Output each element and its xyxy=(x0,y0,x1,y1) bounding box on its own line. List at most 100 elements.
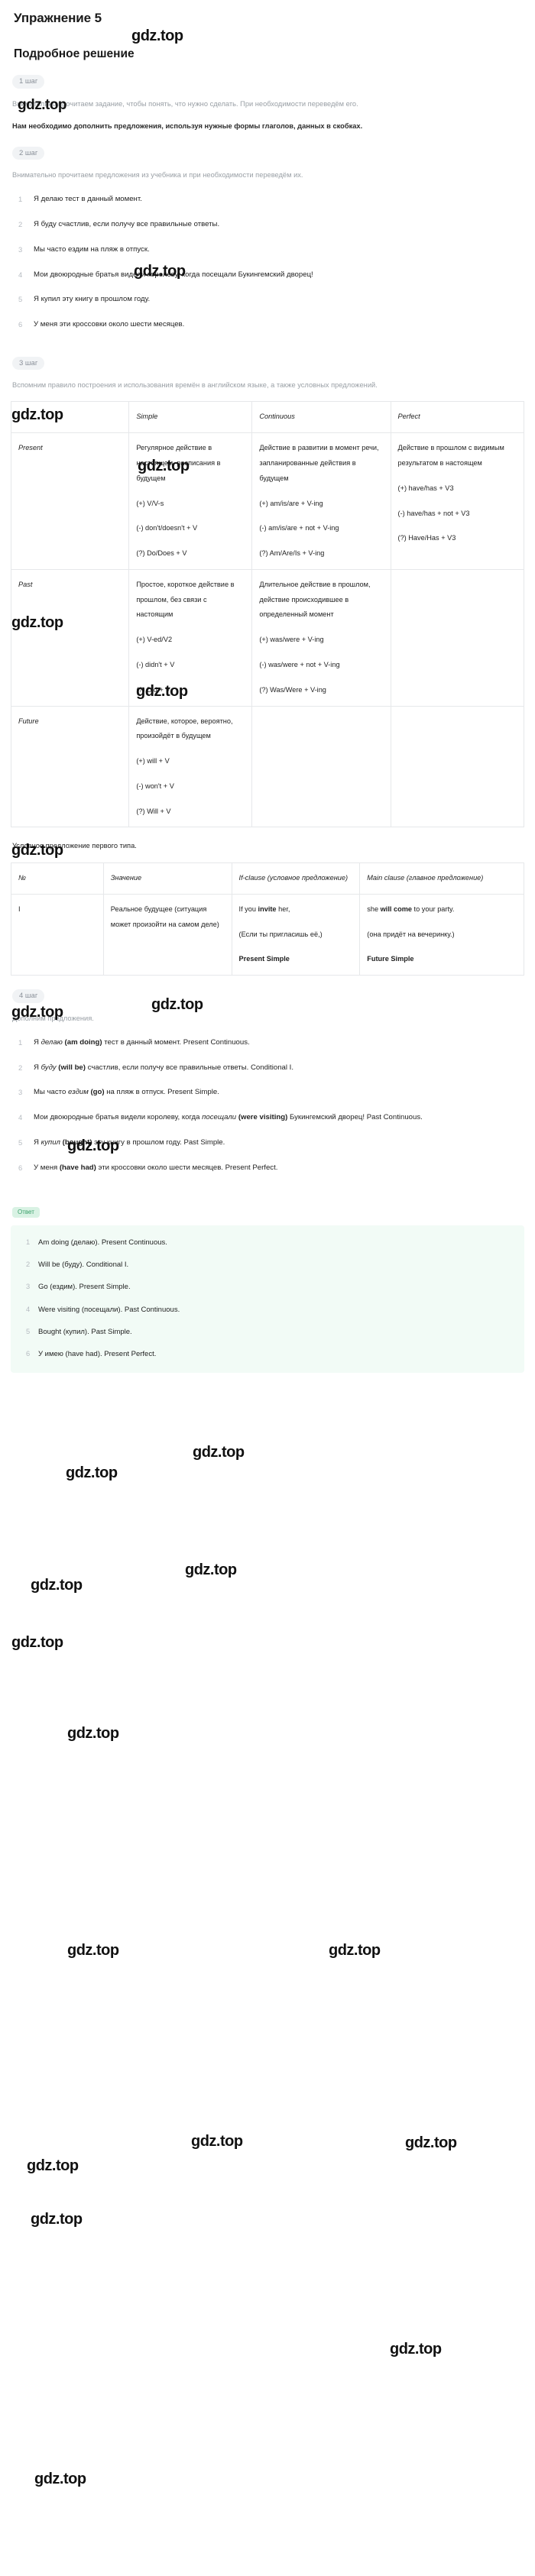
if-clause-ru: (Если ты пригласишь её,) xyxy=(238,930,323,938)
list-item: Мы часто ездим (go) на пляж в отпуск. Pr… xyxy=(18,1086,524,1099)
tense-table-header-0 xyxy=(10,401,130,434)
table-row: Past Простое, короткое действие в прошло… xyxy=(10,568,525,707)
cell-form: (-) won't + V xyxy=(136,782,174,790)
item-italic: ездим xyxy=(67,1088,89,1097)
cond-header-1: Значение xyxy=(102,862,232,895)
conditional-caption: Условное предложение первого типа. xyxy=(12,842,137,850)
solution-page: Упражнение 5 Подробное решение 1 шаг Вни… xyxy=(0,11,535,2487)
watermark: gdz.top xyxy=(27,2157,79,2174)
item-post: на пляж в отпуск. Present Simple. xyxy=(104,1088,219,1097)
if-pre: If you xyxy=(238,905,258,913)
list-item: Мы часто ездим на пляж в отпуск. xyxy=(18,243,150,256)
list-item: Were visiting (посещали). Past Continuou… xyxy=(26,1303,180,1316)
watermark: gdz.top xyxy=(67,1942,119,1959)
main-pre: she xyxy=(367,905,381,913)
tense-table-header-3: Perfect xyxy=(390,401,525,434)
cell-form: (?) Am/Are/Is + V-ing xyxy=(259,549,325,558)
table-header-row: № Значение If-clause (условное предложен… xyxy=(11,862,524,895)
answer-list: Am doing (делаю). Present Continuous. Wi… xyxy=(18,1236,517,1361)
item-pre: Я xyxy=(34,1063,41,1072)
if-clause-tense: Present Simple xyxy=(238,955,290,963)
item-post: Букингемский дворец! Past Continuous. xyxy=(287,1113,423,1122)
cell-form: (+) am/is/are + V-ing xyxy=(259,499,323,507)
item-bold: (am doing) xyxy=(64,1037,102,1047)
cond-header-0: № xyxy=(11,862,104,895)
step2-sentence-list: Я делаю тест в данный момент. Я буду сча… xyxy=(11,193,524,331)
solution-heading: Подробное решение xyxy=(14,47,135,60)
list-item: Мои двоюродные братья видели королеву, к… xyxy=(18,1111,524,1125)
watermark: gdz.top xyxy=(67,1725,119,1742)
table-row: Future Действие, которое, вероятно, прои… xyxy=(10,705,525,828)
watermark: gdz.top xyxy=(390,2341,442,2358)
if-post: her, xyxy=(276,905,290,913)
cond-header-2: If-clause (условное предложение) xyxy=(231,862,361,895)
item-post: счастлив, если получу все правильные отв… xyxy=(85,1063,293,1072)
main-clause-tense: Future Simple xyxy=(367,955,414,963)
list-item: Я буду (will be) счастлив, если получу в… xyxy=(18,1061,524,1075)
item-italic: купил xyxy=(41,1138,60,1147)
step4-answer-list: Я делаю (am doing) тест в данный момент.… xyxy=(11,1036,524,1174)
cell-form: (-) was/were + not + V-ing xyxy=(259,661,340,668)
list-item: Will be (буду). Conditional I. xyxy=(26,1258,129,1271)
item-post: эту книгу в прошлом году. Past Simple. xyxy=(92,1138,225,1147)
step3-intro: Вспомним правило построения и использова… xyxy=(12,381,378,390)
item-post: эти кроссовки около шести месяцев. Prese… xyxy=(96,1163,278,1172)
cell-past-perfect xyxy=(390,568,525,707)
cell-form: (?) Will + V xyxy=(136,807,171,815)
item-bold: (have had) xyxy=(59,1163,96,1172)
step-badge-3: 3 шаг xyxy=(12,356,45,371)
table-row: Present Регулярное действие в настоящем,… xyxy=(10,432,525,570)
watermark: gdz.top xyxy=(31,1577,83,1594)
tense-row-label-future: Future xyxy=(10,705,130,828)
cell-form: (-) have/has + not + V3 xyxy=(397,509,470,517)
cond-cell-meaning: Реальное будущее (ситуация может произой… xyxy=(102,893,232,976)
item-bold: (bought) xyxy=(62,1138,92,1147)
tense-table-header-2: Continuous xyxy=(251,401,391,434)
cell-form: (+) V/V-s xyxy=(136,499,164,507)
list-item: Go (ездим). Present Simple. xyxy=(26,1280,131,1293)
cell-future-simple: Действие, которое, вероятно, произойдёт … xyxy=(128,705,253,828)
tense-table-header-1: Simple xyxy=(128,401,253,434)
watermark: gdz.top xyxy=(191,2133,243,2150)
watermark: gdz.top xyxy=(185,1561,237,1578)
cell-form: (-) didn't + V xyxy=(136,661,175,668)
cell-desc: Простое, короткое действие в прошлом, бе… xyxy=(136,580,235,619)
cell-form: (+) will + V xyxy=(136,757,170,765)
step4-intro: Дополним предложения. xyxy=(12,1014,94,1022)
watermark: gdz.top xyxy=(31,2211,83,2228)
cell-form: (?) Have/Has + V3 xyxy=(397,534,456,542)
cond-header-3: Main clause (главное предложение) xyxy=(359,862,524,895)
cell-desc: Действие в прошлом с видимым результатом… xyxy=(397,444,504,467)
answer-box: Am doing (делаю). Present Continuous. Wi… xyxy=(11,1225,524,1373)
page-title: Упражнение 5 xyxy=(14,11,102,25)
item-pre: Я xyxy=(34,1037,41,1047)
item-italic: делаю xyxy=(41,1037,63,1047)
item-italic: посещали xyxy=(202,1113,237,1122)
table-header-row: Simple Continuous Perfect xyxy=(10,401,525,434)
step2-intro: Внимательно прочитаем предложения из уче… xyxy=(12,171,303,180)
tense-table: Simple Continuous Perfect Present Регуля… xyxy=(10,401,525,828)
item-bold: (were visiting) xyxy=(238,1113,288,1122)
watermark: gdz.top xyxy=(66,1464,118,1481)
cell-form: (+) V-ed/V2 xyxy=(136,636,173,644)
main-bold: will come xyxy=(380,905,412,913)
cond-cell-num: I xyxy=(11,893,104,976)
step1-paragraph-2: Нам необходимо дополнить предложения, ис… xyxy=(12,121,363,130)
list-item: Я купил (bought) эту книгу в прошлом год… xyxy=(18,1136,524,1150)
cell-present-perfect: Действие в прошлом с видимым результатом… xyxy=(390,432,525,570)
item-pre: Мы часто xyxy=(34,1088,68,1097)
cond-cell-if-clause: If you invite her, (Если ты пригласишь е… xyxy=(231,893,361,976)
list-item: У меня эти кроссовки около шести месяцев… xyxy=(18,318,185,331)
step-badge-4: 4 шаг xyxy=(12,989,45,1003)
item-pre: У меня xyxy=(34,1163,60,1172)
